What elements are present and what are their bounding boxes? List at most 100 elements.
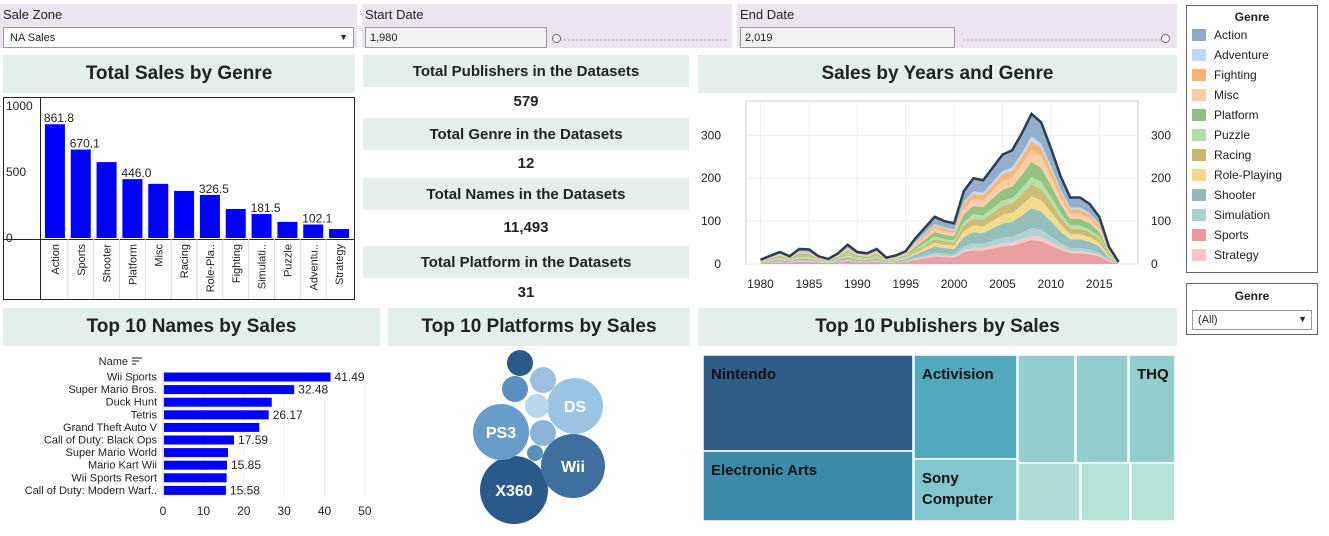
genre-bar[interactable] [148, 183, 169, 238]
top-publishers-treemap: Nintendo Electronic Arts Activision Sony Com… [703, 355, 1175, 521]
x-tick-label: 50 [358, 504, 372, 518]
genre-bar[interactable] [70, 149, 91, 238]
publisher-tile[interactable] [1017, 462, 1081, 521]
genre-bar[interactable] [96, 162, 117, 238]
legend-item[interactable]: Strategy [1192, 248, 1259, 262]
legend-item[interactable]: Adventure [1192, 48, 1269, 62]
name-bar[interactable] [164, 448, 229, 458]
x-tick-label: 2005 [989, 277, 1016, 291]
publisher-label: Electronic Arts [711, 462, 817, 479]
publisher-tile[interactable] [1080, 462, 1131, 521]
legend-item[interactable]: Simulation [1192, 208, 1270, 222]
sort-icon[interactable] [132, 357, 142, 365]
legend-label: Simulation [1214, 208, 1271, 222]
name-bar[interactable] [164, 410, 269, 420]
platform-bubble[interactable] [525, 394, 549, 418]
legend-item[interactable]: Shooter [1192, 188, 1256, 202]
platform-bubble[interactable] [530, 420, 556, 446]
platform-label: Wii [561, 459, 585, 476]
legend-swatch [1192, 129, 1206, 141]
bar-data-label: 861.8 [44, 111, 74, 125]
start-date-filter: Start Date 1,980 [362, 4, 732, 48]
x-tick-label: Puzzle [282, 244, 294, 277]
genre-bar[interactable] [303, 224, 324, 238]
name-bar[interactable] [164, 435, 235, 445]
kpi-names-value: 11,493 [503, 219, 549, 236]
genre-filter-select[interactable]: (All) ▼ [1192, 310, 1312, 330]
name-label: Super Mario Bros. [68, 384, 157, 396]
legend-item[interactable]: Action [1192, 28, 1247, 42]
genre-filter-label: Genre [1234, 289, 1270, 303]
legend-item[interactable]: Platform [1192, 108, 1259, 122]
end-date-filter: End Date 2,019 [737, 4, 1177, 48]
top-platforms-title: Top 10 Platforms by Sales [388, 308, 690, 346]
legend-swatch [1192, 209, 1206, 221]
sale-zone-select[interactable]: NA Sales ▼ [3, 27, 354, 48]
x-tick-label: 2000 [941, 277, 968, 291]
legend-label: Puzzle [1214, 128, 1251, 142]
end-date-slider-handle[interactable] [1161, 34, 1170, 43]
platform-bubble[interactable] [507, 350, 533, 376]
x-tick-label: Misc [153, 244, 165, 267]
genre-bar[interactable] [199, 194, 220, 238]
kpi-publishers-label-text: Total Publishers in the Datasets [412, 62, 640, 80]
genre-bar[interactable] [44, 124, 65, 238]
name-bar[interactable] [164, 422, 260, 432]
legend-item[interactable]: Puzzle [1192, 128, 1250, 142]
platform-label: DS [564, 399, 587, 416]
legend-label: Platform [1214, 108, 1259, 122]
name-bar[interactable] [164, 473, 227, 483]
name-bar[interactable] [164, 397, 272, 407]
y-tick-label-left: 300 [701, 128, 721, 142]
start-date-input[interactable]: 1,980 [365, 27, 547, 48]
end-date-slider-track[interactable] [963, 39, 1165, 41]
name-bar[interactable] [164, 385, 295, 395]
platform-bubble[interactable] [527, 445, 543, 461]
x-tick-label: Strategy [334, 244, 346, 285]
bar-data-label: 181.5 [251, 201, 281, 215]
legend-label: Misc [1214, 88, 1239, 102]
legend-item[interactable]: Sports [1192, 228, 1249, 242]
publisher-tile[interactable] [1130, 462, 1175, 521]
name-label: Grand Theft Auto V [63, 422, 158, 434]
legend-swatch [1192, 89, 1206, 101]
x-tick-label: Adventu.. [308, 244, 320, 290]
end-date-input[interactable]: 2,019 [740, 27, 955, 48]
name-bar[interactable] [164, 485, 226, 495]
platform-bubble[interactable] [502, 376, 528, 402]
genre-bar[interactable] [277, 221, 298, 238]
sale-zone-value: NA Sales [10, 32, 56, 44]
start-date-slider-handle[interactable] [552, 34, 561, 43]
bar-data-label: 41.49 [335, 370, 365, 384]
publisher-tile[interactable] [913, 458, 1018, 521]
chevron-down-icon: ▼ [339, 32, 348, 42]
legend-item[interactable]: Racing [1192, 148, 1251, 162]
name-bar[interactable] [164, 460, 228, 470]
start-date-value: 1,980 [370, 32, 398, 44]
publisher-label: Computer [922, 491, 993, 508]
name-bar[interactable] [164, 372, 331, 382]
x-tick-label: Fighting [231, 244, 243, 283]
name-label: Call of Duty: Black Ops [44, 435, 158, 447]
genre-bar[interactable] [122, 179, 143, 238]
legend-item[interactable]: Role-Playing [1192, 168, 1282, 182]
publisher-tile[interactable] [1017, 355, 1076, 464]
genre-bar[interactable] [174, 190, 195, 238]
genre-bar[interactable] [225, 208, 246, 238]
y-tick-label-right: 0 [1151, 257, 1158, 271]
start-date-slider-track[interactable] [556, 39, 726, 41]
legend-swatch [1192, 249, 1206, 261]
top-names-title-text: Top 10 Names by Sales [86, 316, 297, 337]
kpi-publishers-label: Total Publishers in the Datasets [363, 55, 689, 87]
genre-bar[interactable] [251, 214, 272, 238]
kpi-platform-label-text: Total Platform in the Datasets [420, 253, 632, 271]
publisher-tile[interactable] [1075, 355, 1129, 464]
legend-label: Action [1214, 28, 1248, 42]
legend-item[interactable]: Fighting [1192, 68, 1257, 82]
legend-item[interactable]: Misc [1192, 88, 1239, 102]
genre-bar[interactable] [329, 229, 350, 238]
y-tick-label-right: 100 [1151, 214, 1171, 228]
genre-filter: Genre (All) ▼ [1186, 283, 1318, 335]
bar-data-label: 326.5 [199, 182, 229, 196]
platform-bubble[interactable] [530, 367, 556, 393]
